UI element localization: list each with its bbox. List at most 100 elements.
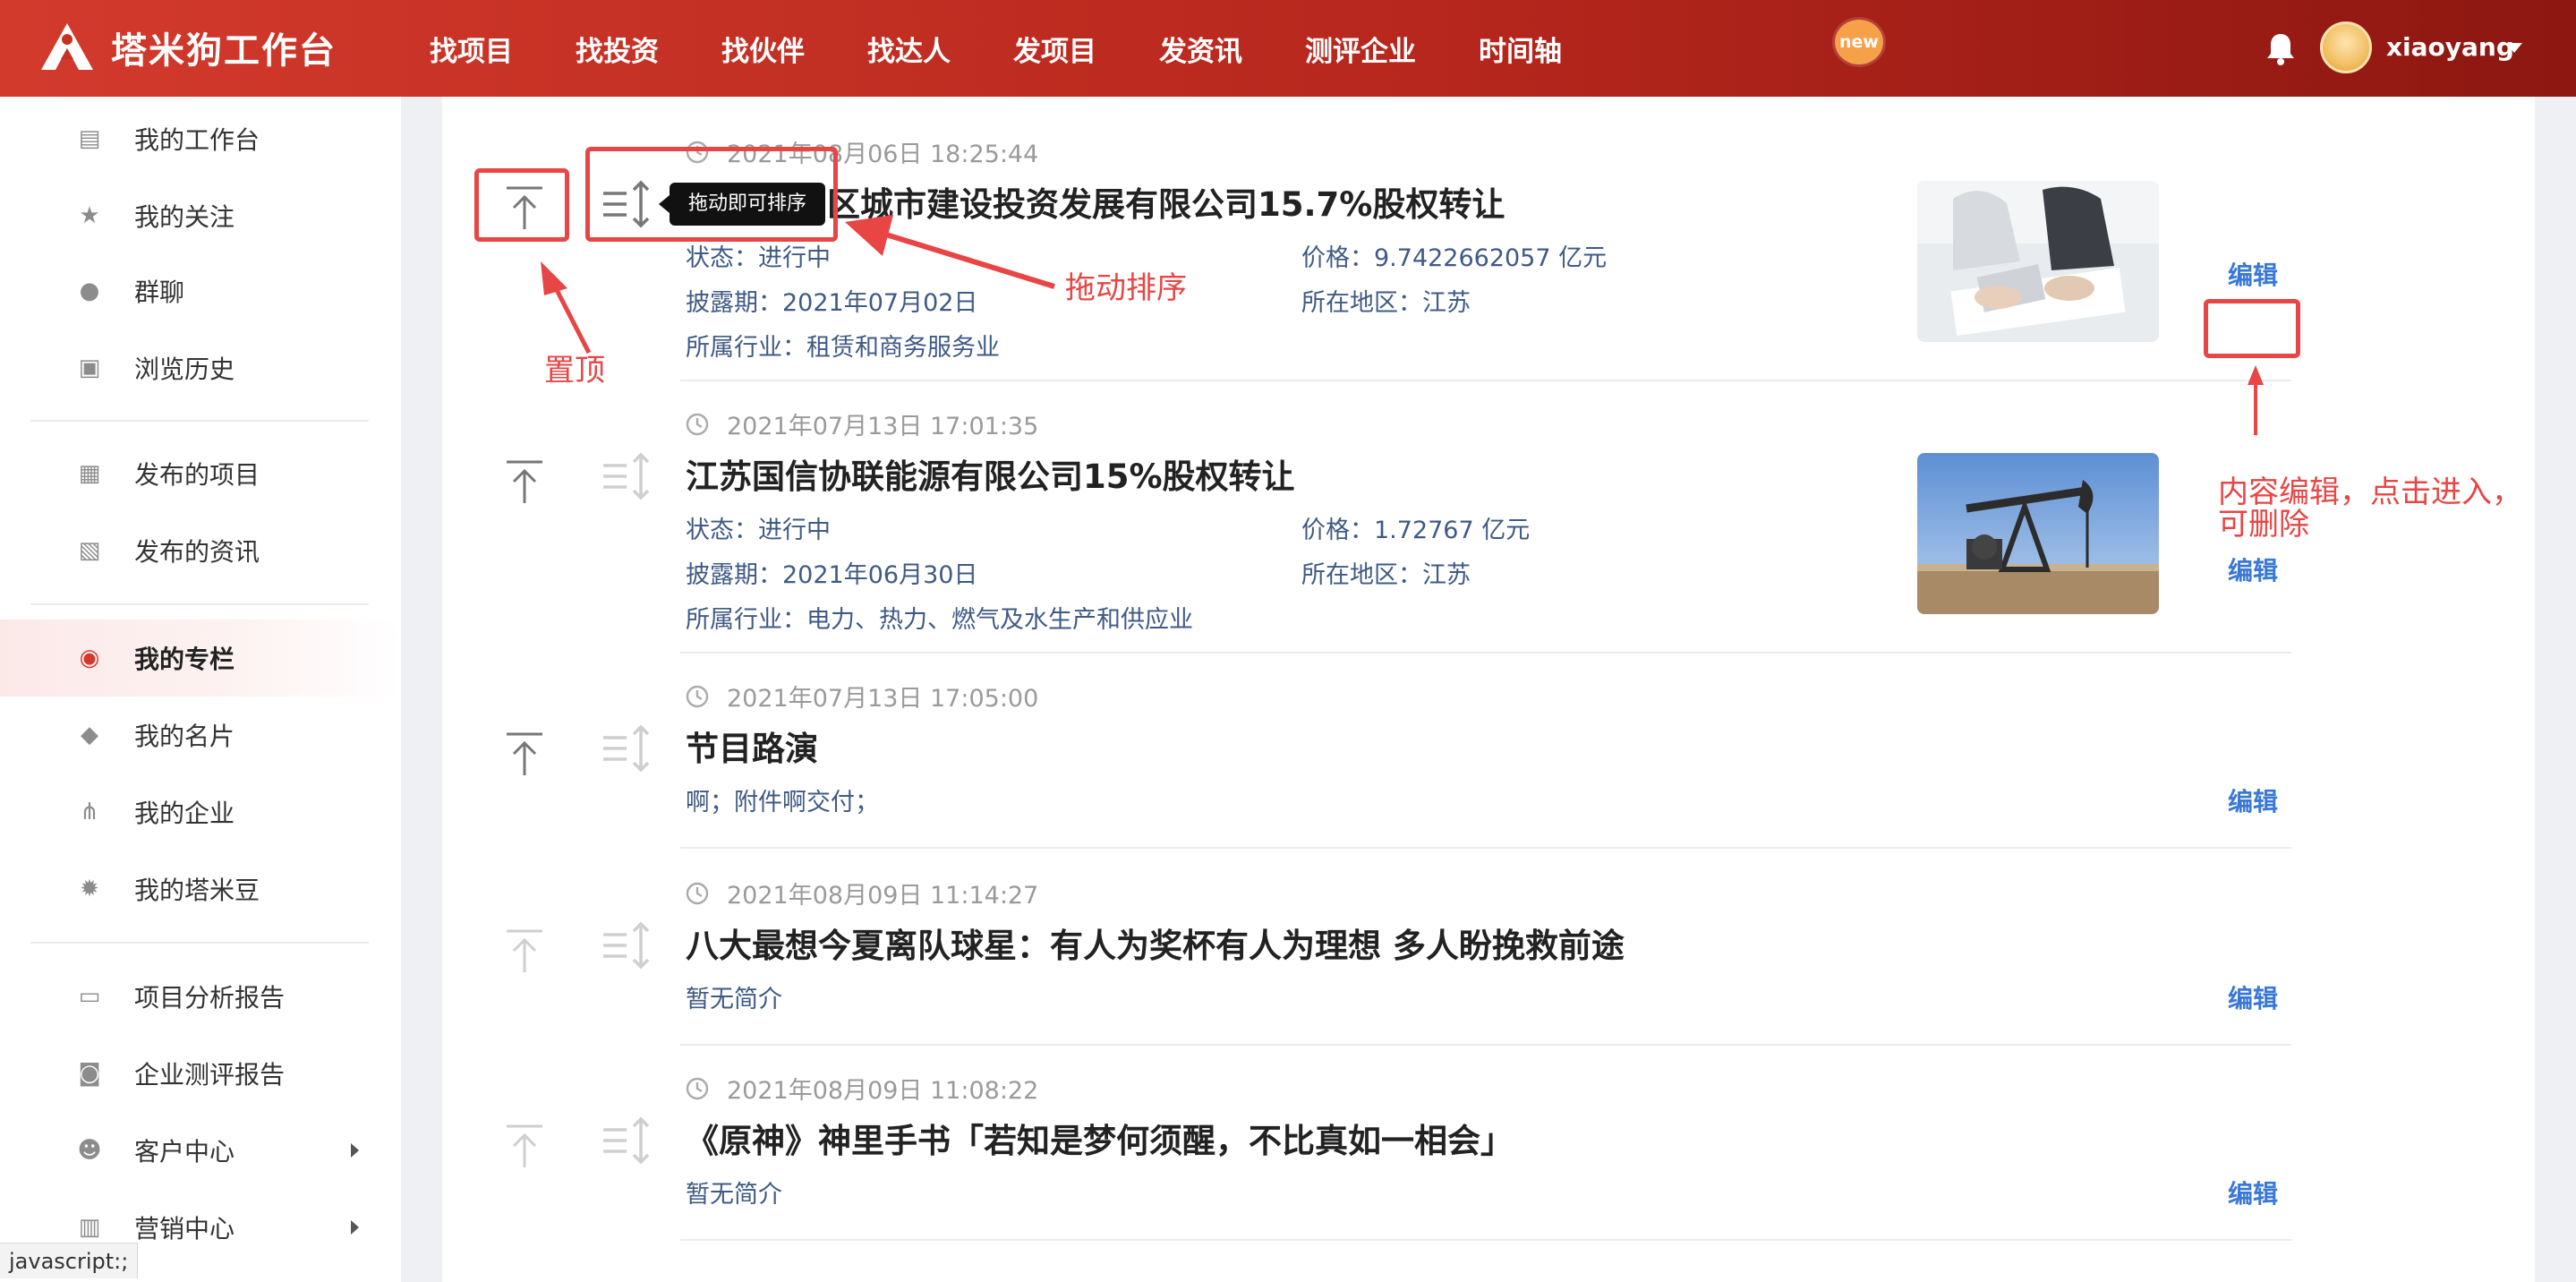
item-title[interactable]: 江苏国信协联能源有限公司15%股权转让	[686, 449, 1295, 498]
row-divider	[680, 652, 2291, 654]
drag-sort-tooltip: 拖动即可排序	[659, 183, 825, 226]
column-list-panel: 2021年08月06日 18:25:44 区城市建设投资发展有限公司15.7%股…	[442, 97, 2535, 1282]
pin-annotation-box	[474, 168, 569, 242]
search-report-icon: ◙	[78, 1060, 101, 1087]
marketing-icon: ▥	[78, 1214, 101, 1241]
item-summary: 啊；附件啊交付；	[686, 789, 879, 816]
sidebar-item-group-chat[interactable]: ● 群聊	[0, 252, 401, 329]
pin-to-top-icon[interactable]	[505, 1123, 544, 1169]
pin-annotation-label: 置顶	[544, 353, 605, 389]
report-icon: ▭	[78, 983, 101, 1010]
timestamp-text: 2021年07月13日 17:05:00	[727, 685, 1039, 713]
item-title[interactable]: 《原神》神里手书「若知是梦何须醒，不比真如一相会」	[686, 1114, 1514, 1162]
bell-icon[interactable]	[2265, 30, 2297, 66]
nav-find-experts[interactable]: 找达人	[867, 29, 951, 69]
sidebar: ▤ 我的工作台 ★ 我的关注 ● 群聊 ▣ 浏览历史 ▦ 发布的项目 ▧ 发布的…	[0, 97, 401, 1282]
sidebar-item-follows[interactable]: ★ 我的关注	[0, 177, 401, 254]
logo-text: 塔米狗工作台	[111, 30, 337, 72]
sidebar-divider	[30, 420, 369, 422]
drag-sort-icon[interactable]	[600, 722, 653, 775]
nav-evaluate-company[interactable]: 测评企业	[1305, 29, 1416, 69]
bean-icon: ✹	[80, 876, 99, 902]
item-status: 状态：进行中	[686, 244, 831, 272]
edit-link[interactable]: 编辑	[2228, 551, 2278, 587]
sidebar-item-label: 群聊	[134, 278, 185, 307]
sidebar-item-label: 我的企业	[134, 799, 235, 828]
sidebar-item-label: 浏览历史	[134, 355, 235, 384]
row-divider	[680, 847, 2291, 849]
star-icon: ★	[79, 202, 100, 229]
folder-icon: ▦	[78, 460, 101, 487]
nav-timeline[interactable]: 时间轴	[1479, 29, 1562, 69]
pin-to-top-icon[interactable]	[505, 927, 544, 974]
item-industry: 所属行业：租赁和商务服务业	[686, 334, 1000, 362]
sidebar-item-my-company[interactable]: ⋔ 我的企业	[0, 773, 401, 850]
nav-find-partners[interactable]: 找伙伴	[721, 29, 805, 69]
sidebar-item-history[interactable]: ▣ 浏览历史	[0, 329, 401, 406]
edit-link[interactable]: 编辑	[2228, 979, 2278, 1015]
sidebar-item-label: 我的关注	[134, 202, 235, 232]
clock-icon	[686, 1077, 709, 1099]
sidebar-item-label: 发布的项目	[134, 460, 260, 490]
item-industry: 所属行业：电力、热力、燃气及水生产和供应业	[686, 606, 1193, 634]
logo[interactable]: 塔米狗工作台	[38, 20, 337, 75]
item-timestamp: 2021年07月13日 17:05:00	[686, 679, 1038, 714]
chart-icon: ▤	[78, 125, 101, 152]
business-meeting-photo[interactable]	[1917, 181, 2159, 342]
clock-icon	[686, 882, 709, 904]
sidebar-item-label: 我的塔米豆	[134, 876, 260, 905]
nav-find-projects[interactable]: 找项目	[430, 29, 513, 69]
sidebar-item-business-card[interactable]: ◆ 我的名片	[0, 697, 401, 773]
item-price: 价格：9.7422662057 亿元	[1301, 244, 1608, 272]
browser-status-bar: javascript:;	[0, 1243, 139, 1278]
item-title[interactable]: 节目路演	[686, 722, 818, 770]
item-disclosure: 披露期：2021年06月30日	[686, 561, 978, 589]
top-navigation-bar: 塔米狗工作台 找项目 找投资 找伙伴 找达人 发项目 发资讯 测评企业 时间轴 …	[0, 0, 2576, 97]
sidebar-item-customer-center[interactable]: ☻ 客户中心	[0, 1112, 401, 1189]
sidebar-item-workbench[interactable]: ▤ 我的工作台	[0, 100, 401, 177]
nav-publish-news[interactable]: 发资讯	[1159, 29, 1242, 69]
sidebar-item-project-report[interactable]: ▭ 项目分析报告	[0, 958, 401, 1035]
nav-publish-project[interactable]: 发项目	[1013, 29, 1096, 69]
item-timestamp: 2021年08月09日 11:08:22	[686, 1071, 1038, 1106]
item-region: 所在地区：江苏	[1301, 561, 1471, 589]
avatar[interactable]	[2320, 21, 2372, 73]
edit-annotation-box	[2204, 299, 2300, 358]
edit-link[interactable]: 编辑	[2228, 256, 2278, 292]
sidebar-item-published-projects[interactable]: ▦ 发布的项目	[0, 435, 401, 512]
item-status: 状态：进行中	[686, 517, 831, 544]
sidebar-item-label: 发布的资讯	[134, 537, 260, 567]
nav-find-investment[interactable]: 找投资	[576, 29, 659, 69]
news-icon: ▧	[78, 537, 101, 564]
item-title[interactable]: 八大最想今夏离队球星：有人为奖杯有人为理想 多人盼挽救前途	[686, 919, 1625, 967]
oil-pump-photo[interactable]	[1917, 453, 2159, 614]
sidebar-item-published-news[interactable]: ▧ 发布的资讯	[0, 512, 401, 589]
sidebar-item-company-report[interactable]: ◙ 企业测评报告	[0, 1035, 401, 1112]
sidebar-item-my-column[interactable]: ◉ 我的专栏	[0, 620, 401, 697]
chevron-right-icon	[351, 1220, 359, 1235]
pin-to-top-icon[interactable]	[505, 731, 544, 777]
chevron-down-icon[interactable]	[2506, 43, 2522, 53]
sidebar-item-label: 我的专栏	[134, 645, 235, 674]
drag-sort-icon[interactable]	[600, 919, 653, 972]
drag-sort-icon[interactable]	[600, 449, 653, 503]
column-icon: ◉	[79, 645, 100, 671]
item-summary: 暂无简介	[686, 986, 782, 1013]
drag-annotation-label: 拖动排序	[1065, 270, 1187, 306]
clock-icon	[686, 413, 709, 435]
drag-sort-icon[interactable]	[600, 1114, 653, 1167]
edit-link[interactable]: 编辑	[2228, 782, 2278, 818]
edit-link[interactable]: 编辑	[2228, 1175, 2278, 1210]
row-divider	[680, 1239, 2291, 1241]
item-timestamp: 2021年07月13日 17:01:35	[686, 406, 1038, 441]
tag-icon: ◆	[81, 722, 98, 748]
item-disclosure: 披露期：2021年07月02日	[686, 289, 978, 317]
item-price: 价格：1.72767 亿元	[1301, 517, 1531, 544]
item-region: 所在地区：江苏	[1301, 289, 1471, 317]
item-title[interactable]: 区城市建设投资发展有限公司15.7%股权转让	[827, 177, 1505, 226]
customer-icon: ☻	[77, 1137, 102, 1164]
username[interactable]: xiaoyang	[2386, 32, 2514, 62]
sidebar-item-tami-beans[interactable]: ✹ 我的塔米豆	[0, 850, 401, 927]
timestamp-text: 2021年08月09日 11:08:22	[727, 1077, 1039, 1105]
pin-to-top-icon[interactable]	[505, 458, 544, 505]
